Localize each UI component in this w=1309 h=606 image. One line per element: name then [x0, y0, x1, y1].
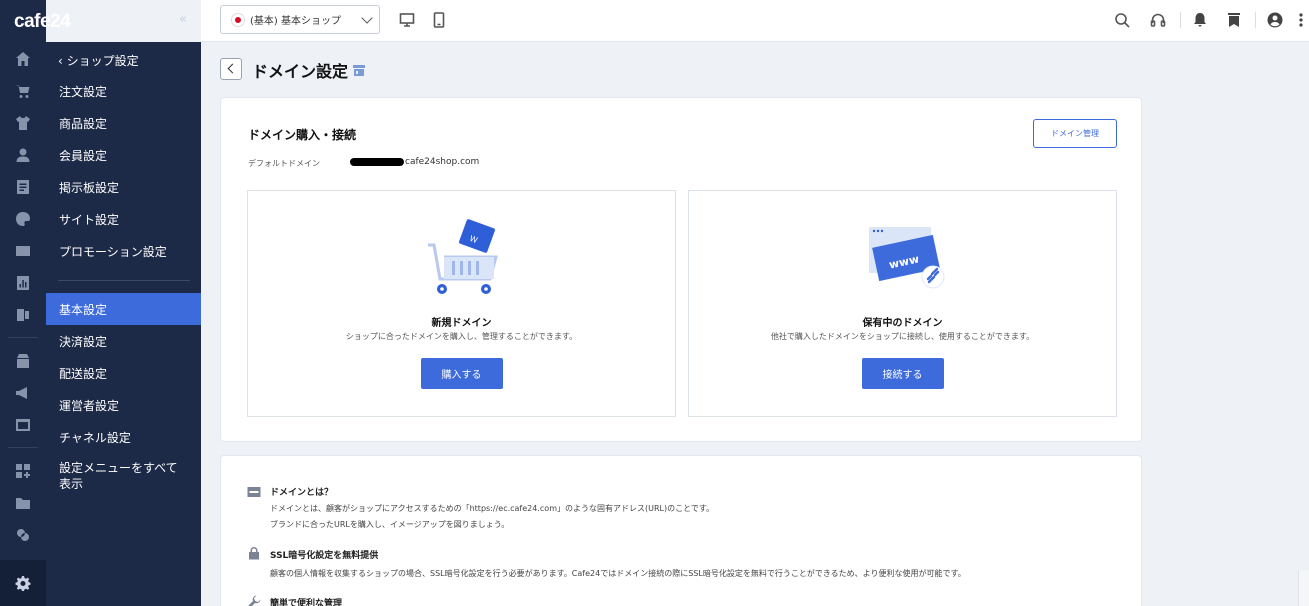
default-domain-suffix: cafe24shop.com	[405, 157, 480, 167]
topbar-divider	[1255, 12, 1256, 28]
page-title: ドメイン設定	[252, 62, 349, 81]
buy-domain-button[interactable]: 購入する	[420, 358, 503, 389]
chevron-down-icon	[361, 12, 373, 24]
headset-icon[interactable]	[1150, 12, 1166, 28]
more-vertical-icon[interactable]	[1293, 12, 1309, 28]
info-section-text: ブランドに合ったURLを購入し、イメージアップを図りましょう。	[270, 520, 510, 529]
new-domain-title: 新規ドメイン	[431, 318, 492, 329]
stats-icon[interactable]	[15, 275, 31, 291]
account-icon[interactable]	[1267, 12, 1283, 28]
bell-icon[interactable]	[1192, 12, 1208, 28]
settings-submenu: ‹ ショップ設定 注文設定 商品設定 会員設定 掲示板設定 サイト設定 プロモー…	[46, 42, 201, 606]
owned-domain-option: www 保有中のドメイン 他社で購入したドメインをショップに接続し、使用すること…	[688, 190, 1117, 417]
cart-icon[interactable]	[15, 83, 31, 99]
info-section-text: 顧客の個人情報を収集するショップの場合、SSL暗号化設定を行う必要があります。C…	[270, 569, 966, 578]
store-badge-icon	[352, 62, 366, 76]
domain-card-title: ドメイン購入・接続	[248, 128, 357, 142]
app-icon[interactable]	[15, 417, 31, 433]
wrench-icon	[247, 594, 261, 606]
palette-icon[interactable]	[15, 211, 31, 227]
rail-divider	[8, 337, 38, 338]
bookmark-icon[interactable]	[1226, 12, 1242, 28]
www-link-illustration-icon: www	[855, 219, 951, 301]
megaphone-icon[interactable]	[15, 385, 31, 401]
tshirt-icon[interactable]	[15, 115, 31, 131]
submenu-item-member[interactable]: 会員設定	[46, 139, 201, 171]
submenu-item-basic[interactable]: 基本設定	[46, 293, 201, 325]
page-back-button[interactable]	[220, 58, 242, 80]
domain-info-icon	[247, 484, 261, 498]
domain-card: ドメイン購入・接続 ドメイン管理 デフォルトドメイン cafe24shop.co…	[220, 97, 1142, 442]
apps-grid-icon[interactable]	[15, 463, 31, 479]
rail-divider	[8, 447, 38, 448]
submenu-item-channel[interactable]: チャネル設定	[46, 421, 201, 453]
member-icon[interactable]	[15, 147, 31, 163]
connect-domain-button[interactable]: 接続する	[861, 358, 944, 389]
board-icon[interactable]	[15, 179, 31, 195]
submenu-item-promotion[interactable]: プロモーション設定	[46, 235, 201, 267]
owned-domain-description: 他社で購入したドメインをショップに接続し、使用することができます。	[770, 332, 1035, 341]
promotion-icon[interactable]	[15, 243, 31, 259]
topbar-divider	[1180, 12, 1181, 28]
link-icon[interactable]	[15, 527, 31, 543]
submenu-item-order[interactable]: 注文設定	[46, 75, 201, 107]
submenu-item-site[interactable]: サイト設定	[46, 203, 201, 235]
shop-selector[interactable]: (基本) 基本ショップ	[220, 5, 380, 34]
submenu-item-shipping[interactable]: 配送設定	[46, 357, 201, 389]
home-icon[interactable]	[15, 51, 31, 67]
info-section-title: SSL暗号化設定を無料提供	[270, 551, 379, 561]
default-domain-value: cafe24shop.com	[350, 157, 479, 167]
top-bar: (基本) 基本ショップ	[201, 0, 1309, 42]
desktop-icon[interactable]	[399, 12, 415, 28]
search-icon[interactable]	[1114, 12, 1130, 28]
domain-manage-button[interactable]: ドメイン管理	[1033, 119, 1117, 148]
info-section-title: 簡単で便利な管理	[270, 599, 343, 606]
collapse-sidebar-button[interactable]: «	[179, 12, 187, 27]
page-scrollbar[interactable]	[1298, 570, 1309, 606]
icon-rail: cafe24	[0, 0, 71, 606]
redacted-subdomain	[350, 158, 404, 166]
submenu-item-all-settings[interactable]: 設定メニューをすべて表示	[59, 460, 189, 492]
domain-info-card: ドメインとは？ ドメインとは、顧客がショップにアクセスするための「https:/…	[220, 455, 1142, 606]
mobile-icon[interactable]	[431, 12, 447, 28]
lock-icon	[247, 545, 261, 560]
submenu-item-product[interactable]: 商品設定	[46, 107, 201, 139]
new-domain-option: W 新規ドメイン ショップに合ったドメインを購入し、管理することができます。 購…	[247, 190, 676, 417]
submenu-item-operator[interactable]: 運営者設定	[46, 389, 201, 421]
submenu-divider	[58, 280, 190, 281]
new-domain-description: ショップに合ったドメインを購入し、管理することができます。	[345, 332, 578, 341]
japan-flag-icon	[231, 12, 245, 27]
submenu-back-shop-settings[interactable]: ‹ ショップ設定	[58, 52, 139, 69]
settings-gear-icon[interactable]	[0, 560, 46, 606]
shopping-cart-illustration-icon: W	[414, 219, 510, 301]
default-domain-label: デフォルトドメイン	[248, 159, 320, 168]
submenu-item-payment[interactable]: 決済設定	[46, 325, 201, 357]
shop-selector-value: (基本) 基本ショップ	[250, 16, 341, 27]
cafe24-logo[interactable]: cafe24	[14, 11, 71, 33]
store-icon[interactable]	[15, 353, 31, 369]
info-section-title: ドメインとは？	[270, 488, 334, 498]
channel-icon[interactable]	[15, 307, 31, 323]
info-section-text: ドメインとは、顧客がショップにアクセスするための「https://ec.cafe…	[270, 504, 715, 513]
owned-domain-title: 保有中のドメイン	[862, 318, 943, 329]
submenu-item-board[interactable]: 掲示板設定	[46, 171, 201, 203]
folder-add-icon[interactable]	[15, 495, 31, 511]
